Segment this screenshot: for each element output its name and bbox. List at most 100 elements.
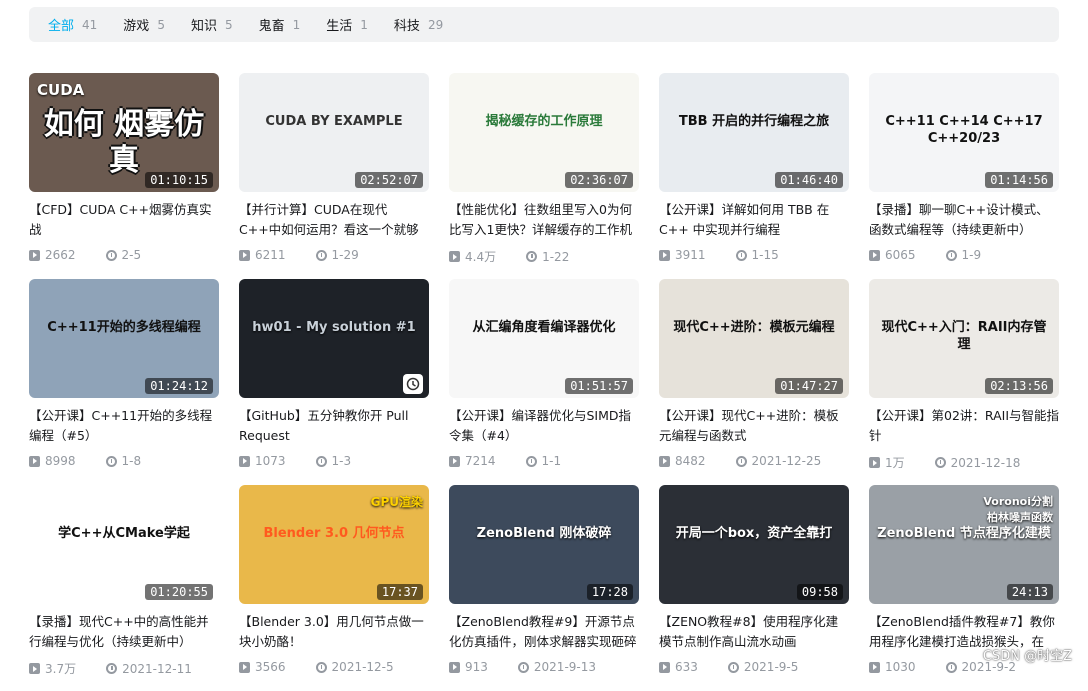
tab-knowledge[interactable]: 知识 5: [190, 15, 233, 35]
thumbnail-tag: CUDA: [37, 81, 85, 99]
video-card[interactable]: TBB 开启的并行编程之旅 01:46:40 【公开课】详解如何用 TBB 在 C+…: [659, 73, 849, 279]
clock-icon: [735, 249, 747, 261]
video-title[interactable]: 【性能优化】往数组里写入0为何比写入1更快？详解缓存的工作机制: [449, 200, 639, 240]
video-title[interactable]: 【ZenoBlend教程#9】开源节点化仿真插件，刚体求解器实现砸碎效: [449, 612, 639, 652]
clock-icon: [105, 455, 117, 467]
video-thumbnail[interactable]: 学C++从CMake学起 01:20:55: [29, 485, 219, 604]
video-card[interactable]: 揭秘缓存的工作原理 02:36:07 【性能优化】往数组里写入0为何比写入1更快？详…: [449, 73, 639, 279]
play-count-icon: [659, 249, 670, 261]
video-title[interactable]: 【Blender 3.0】用几何节点做一块小奶酪！: [239, 612, 429, 652]
video-card[interactable]: Blender 3.0 几何节点 GPU渲染 17:37 【Blender 3.0】用…: [239, 485, 429, 691]
thumbnail-tag: Voronoi分割 柏林噪声函数: [983, 495, 1053, 524]
thumbnail-text: 现代C++进阶：模板元编程: [673, 320, 835, 335]
video-thumbnail[interactable]: 如何 烟雾仿真 CUDA 01:10:15: [29, 73, 219, 192]
tab-kichiku[interactable]: 鬼畜 1: [259, 15, 301, 35]
video-card[interactable]: 现代C++入门：RAII内存管理 02:13:56 【公开课】第02讲：RAII与智…: [869, 279, 1059, 485]
view-count-value: 1万: [885, 456, 905, 470]
clock-icon: [525, 455, 537, 467]
video-card[interactable]: 如何 烟雾仿真 CUDA 01:10:15 【CFD】CUDA C++烟雾仿真实战 26…: [29, 73, 219, 279]
publish-date: 1-22: [526, 250, 569, 264]
video-title[interactable]: 【录播】现代C++中的高性能并行编程与优化（持续更新中）: [29, 612, 219, 652]
video-title[interactable]: 【公开课】现代C++进阶：模板元编程与函数式: [659, 406, 849, 446]
video-card[interactable]: 开局一个box，资产全靠打 09:58 【ZENO教程#8】使用程序化建模节点制作高…: [659, 485, 849, 691]
thumbnail-text: CUDA BY EXAMPLE: [265, 114, 403, 129]
video-card[interactable]: CUDA BY EXAMPLE 02:52:07 【并行计算】CUDA在现代C++中…: [239, 73, 429, 279]
tab-games[interactable]: 游戏 5: [123, 15, 165, 35]
video-card[interactable]: ZenoBlend 刚体破碎 17:28 【ZenoBlend教程#9】开源节点化仿…: [449, 485, 639, 691]
video-thumbnail[interactable]: 从汇编角度看编译器优化 01:51:57: [449, 279, 639, 398]
tab-tech[interactable]: 科技 29: [393, 15, 443, 35]
play-count-icon: [29, 455, 40, 467]
view-count: 8482: [659, 454, 706, 468]
video-title[interactable]: 【公开课】详解如何用 TBB 在 C++ 中实现并行编程: [659, 200, 849, 240]
video-title[interactable]: 【公开课】C++11开始的多线程编程（#5）: [29, 406, 219, 446]
video-duration: 24:13: [1006, 584, 1053, 600]
video-thumbnail[interactable]: 揭秘缓存的工作原理 02:36:07: [449, 73, 639, 192]
video-thumbnail[interactable]: 现代C++入门：RAII内存管理 02:13:56: [869, 279, 1059, 398]
video-thumbnail[interactable]: CUDA BY EXAMPLE 02:52:07: [239, 73, 429, 192]
clock-icon: [934, 457, 946, 468]
view-count: 6065: [869, 248, 916, 262]
publish-date: 2021-12-25: [735, 454, 822, 468]
tab-count: 41: [82, 17, 98, 32]
video-thumbnail[interactable]: C++11 C++14 C++17 C++20/23 01:14:56: [869, 73, 1059, 192]
video-thumbnail[interactable]: 开局一个box，资产全靠打 09:58: [659, 485, 849, 604]
tab-label: 全部: [48, 19, 75, 34]
clock-icon: [315, 661, 327, 673]
clock-icon: [526, 251, 538, 262]
video-card[interactable]: 学C++从CMake学起 01:20:55 【录播】现代C++中的高性能并行编程与优…: [29, 485, 219, 691]
thumbnail-tag: GPU渲染: [370, 495, 423, 509]
video-card[interactable]: hw01 - My solution #1 【GitHub】五分钟教你开 Pull…: [239, 279, 429, 485]
video-thumbnail[interactable]: ZenoBlend 节点程序化建模 Voronoi分割 柏林噪声函数 24:13: [869, 485, 1059, 604]
publish-date: 2021-12-11: [106, 662, 192, 676]
video-duration: 17:37: [376, 584, 423, 600]
publish-date: 1-8: [105, 454, 142, 468]
video-thumbnail[interactable]: hw01 - My solution #1: [239, 279, 429, 398]
video-card[interactable]: 从汇编角度看编译器优化 01:51:57 【公开课】编译器优化与SIMD指令集（#4…: [449, 279, 639, 485]
publish-date: 1-15: [735, 248, 779, 262]
video-duration: 02:52:07: [355, 172, 423, 188]
tab-label: 知识: [190, 19, 217, 34]
tab-life[interactable]: 生活 1: [326, 15, 368, 35]
publish-date-value: 1-8: [121, 454, 142, 468]
clock-icon: [315, 249, 327, 261]
play-count-icon: [449, 251, 460, 262]
video-title[interactable]: 【公开课】编译器优化与SIMD指令集（#4）: [449, 406, 639, 446]
video-thumbnail[interactable]: TBB 开启的并行编程之旅 01:46:40: [659, 73, 849, 192]
video-card[interactable]: C++11 C++14 C++17 C++20/23 01:14:56 【录播】聊一…: [869, 73, 1059, 279]
video-duration: 02:36:07: [565, 172, 633, 188]
video-title[interactable]: 【CFD】CUDA C++烟雾仿真实战: [29, 200, 219, 240]
publish-date-value: 2021-12-25: [751, 454, 822, 468]
publish-date-value: 1-29: [331, 248, 359, 262]
video-card[interactable]: C++11开始的多线程编程 01:24:12 【公开课】C++11开始的多线程编程（…: [29, 279, 219, 485]
tab-all[interactable]: 全部 41: [48, 15, 98, 35]
video-thumbnail[interactable]: ZenoBlend 刚体破碎 17:28: [449, 485, 639, 604]
video-title[interactable]: 【并行计算】CUDA在现代C++中如何运用？看这一个就够了！: [239, 200, 429, 240]
view-count-value: 8998: [45, 454, 76, 468]
publish-date-value: 1-15: [751, 248, 779, 262]
video-title[interactable]: 【ZENO教程#8】使用程序化建模节点制作高山流水动画: [659, 612, 849, 652]
video-card[interactable]: 现代C++进阶：模板元编程 01:47:27 【公开课】现代C++进阶：模板元编程与…: [659, 279, 849, 485]
tab-count: 5: [224, 17, 233, 32]
play-count-icon: [869, 457, 880, 468]
tab-label: 科技: [393, 19, 420, 34]
view-count: 1073: [239, 454, 286, 468]
thumbnail-text: Blender 3.0 几何节点: [263, 526, 405, 541]
view-count-value: 4.4万: [465, 250, 497, 264]
video-thumbnail[interactable]: 现代C++进阶：模板元编程 01:47:27: [659, 279, 849, 398]
clock-icon: [945, 661, 957, 673]
video-thumbnail[interactable]: C++11开始的多线程编程 01:24:12: [29, 279, 219, 398]
tab-count: 1: [360, 17, 368, 32]
play-count-icon: [449, 661, 460, 673]
video-title[interactable]: 【录播】聊一聊C++设计模式、函数式编程等（持续更新中）: [869, 200, 1059, 240]
thumbnail-text: 揭秘缓存的工作原理: [485, 114, 603, 129]
view-count-value: 6065: [885, 248, 916, 262]
video-title[interactable]: 【GitHub】五分钟教你开 Pull Request: [239, 406, 429, 446]
video-title[interactable]: 【公开课】第02讲：RAII与智能指针: [869, 406, 1059, 446]
video-thumbnail[interactable]: Blender 3.0 几何节点 GPU渲染 17:37: [239, 485, 429, 604]
view-count: 3.7万: [29, 660, 76, 677]
clock-icon: [105, 249, 117, 261]
video-duration: 09:58: [796, 584, 843, 600]
watch-later-icon[interactable]: [403, 374, 423, 394]
view-count-value: 3911: [675, 248, 706, 262]
